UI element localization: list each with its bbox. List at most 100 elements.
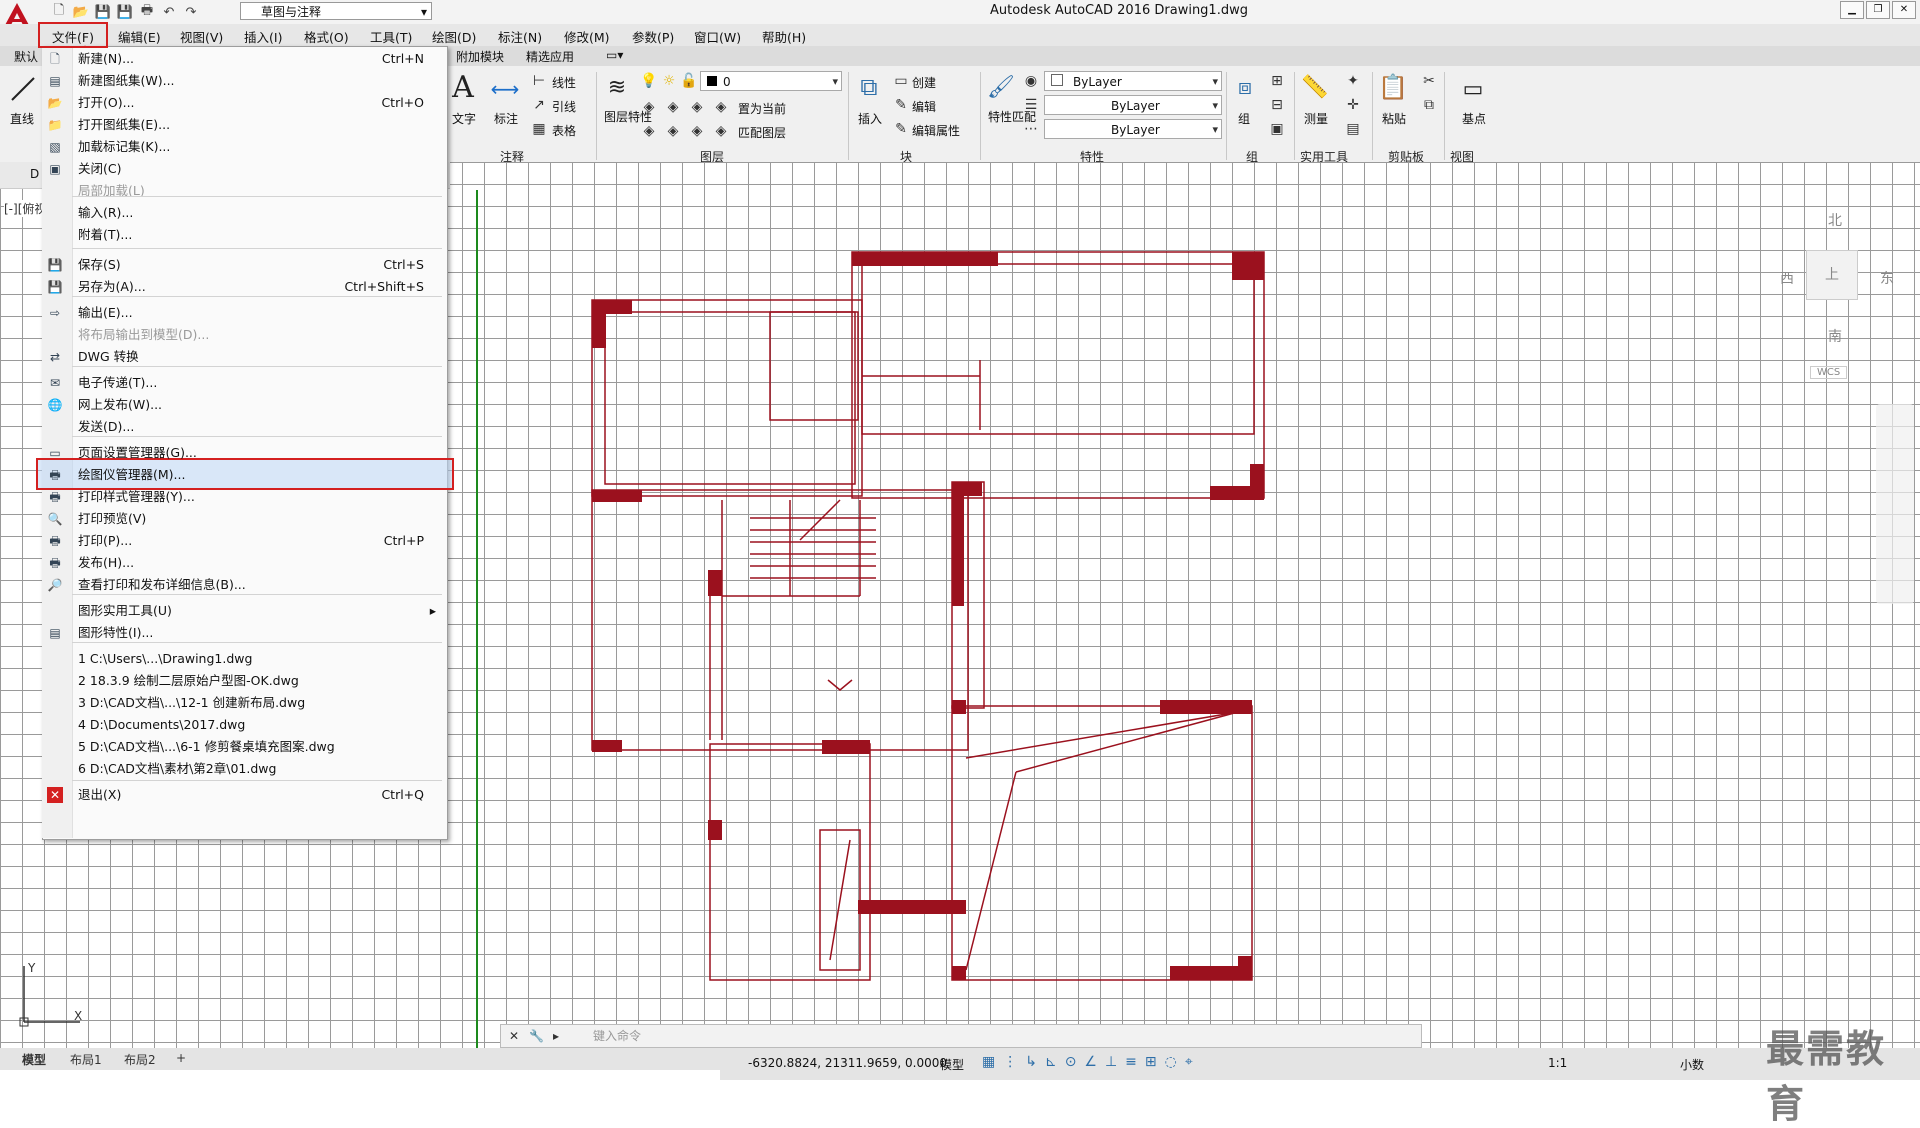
plan-wall (1232, 252, 1264, 280)
file-menu-item[interactable]: ▭ 页面设置管理器(G)... (42, 442, 444, 464)
file-menu-item-label: 图形实用工具(U) (78, 603, 172, 618)
file-menu-item[interactable]: 4 D:\Documents\2017.dwg (42, 714, 444, 736)
details-icon: 🔎 (47, 578, 63, 592)
file-menu-item[interactable]: 🌐 网上发布(W)... (42, 394, 444, 416)
tab-layout2[interactable]: 布局2 (124, 1051, 156, 1068)
viewcube-west[interactable]: 西 (1780, 268, 1794, 288)
plan-wall (952, 700, 966, 714)
file-menu-item[interactable]: 🔍 打印预览(V) (42, 508, 444, 530)
close-command-icon[interactable]: ✕ (509, 1025, 519, 1047)
file-menu-item[interactable]: 🖶 发布(H)... (42, 552, 444, 574)
tab-layout1[interactable]: 布局1 (70, 1051, 102, 1068)
status-toggle-icons[interactable]: ▦⋮↳⊾⊙∠⊥≡⊞◌⌖ (982, 1054, 1201, 1070)
navigation-bar[interactable] (1876, 404, 1914, 604)
plan-room-outline (604, 311, 856, 485)
file-menu-item[interactable]: 图形实用工具(U) ▸ (42, 600, 444, 622)
file-menu-item[interactable]: 💾 保存(S) Ctrl+S (42, 254, 444, 276)
file-menu-item[interactable]: 2 18.3.9 绘制二层原始户型图-OK.dwg (42, 670, 444, 692)
file-menu-item[interactable]: ⇨ 输出(E)... (42, 302, 444, 324)
viewcube-face[interactable]: 上 (1806, 250, 1858, 300)
preview-icon: 🔍 (47, 512, 63, 526)
file-menu-item-shortcut: Ctrl+P (383, 533, 424, 548)
file-menu-item-label: 打开(O)... (78, 95, 135, 110)
open-icon: 📂 (47, 96, 63, 110)
file-menu-item[interactable]: ✕ 退出(X) Ctrl+Q (42, 784, 444, 806)
plan-room-outline (769, 311, 859, 421)
command-line[interactable]: ✕ 🔧 ▸ 键入命令 (500, 1024, 1422, 1048)
wcs-label[interactable]: WCS (1810, 366, 1848, 379)
plan-diagonal-line (1015, 711, 1239, 773)
command-input-placeholder[interactable]: 键入命令 (593, 1025, 641, 1047)
file-menu-item[interactable]: 📁 打开图纸集(E)... (42, 114, 444, 136)
viewcube-south[interactable]: 南 (1828, 326, 1842, 346)
file-menu-separator (72, 594, 442, 595)
file-menu-item-label: 将布局输出到模型(D)... (78, 327, 210, 342)
file-menu-item[interactable]: 💾 另存为(A)... Ctrl+Shift+S (42, 276, 444, 298)
command-prompt-icon: ▸ (553, 1029, 560, 1043)
file-menu-item[interactable]: 📂 打开(O)... Ctrl+O (42, 92, 444, 114)
wrench-icon[interactable]: 🔧 (529, 1025, 544, 1047)
file-menu-item-shortcut: Ctrl+Shift+S (344, 279, 424, 294)
file-menu-item[interactable]: ▤ 图形特性(I)... (42, 622, 444, 644)
file-menu-item-label: 查看打印和发布详细信息(B)... (78, 577, 246, 592)
watermark-logo: 最需教育 (1766, 1027, 1887, 1126)
exit-icon: ✕ (47, 787, 63, 803)
plan-wall (708, 820, 722, 840)
file-menu-item[interactable]: 6 D:\CAD文档\素材\第2章\01.dwg (42, 758, 444, 780)
file-menu-item[interactable]: 🖶 打印(P)... Ctrl+P (42, 530, 444, 552)
annotation-scale[interactable]: 1:1 (1548, 1056, 1567, 1070)
file-menu-item[interactable]: 发送(D)... (42, 416, 444, 438)
file-menu-item-shortcut: Ctrl+Q (381, 787, 424, 802)
save-icon: 💾 (47, 258, 63, 272)
file-menu-item-label: 退出(X) (78, 787, 122, 802)
model-space-toggle[interactable]: 模型 (940, 1056, 964, 1073)
file-menu-item-label: 局部加载(L) (78, 183, 145, 198)
page-setup-icon: ▭ (49, 446, 61, 460)
units-setting[interactable]: 小数 (1680, 1056, 1704, 1073)
file-menu-item[interactable]: 局部加载(L) (42, 180, 444, 202)
file-menu-item-label: 发送(D)... (78, 419, 135, 434)
svg-text:Y: Y (27, 961, 36, 975)
file-menu-items: 🗋 新建(N)... Ctrl+N ▤ 新建图纸集(W)... 📂 打开(O)... Ctrl… (42, 46, 446, 838)
file-menu-item-label: 新建(N)... (78, 51, 135, 66)
viewcube[interactable]: 北 西 东 上 南 WCS (1780, 210, 1900, 390)
file-menu-item[interactable]: 输入(R)... (42, 202, 444, 224)
plan-diagonal-line (965, 771, 1017, 971)
file-menu-item-label: 输出(E)... (78, 305, 133, 320)
file-menu-item[interactable]: 🔎 查看打印和发布详细信息(B)... (42, 574, 444, 596)
drawing-props-icon: ▤ (49, 626, 61, 640)
file-menu-item[interactable]: ✉ 电子传递(T)... (42, 372, 444, 394)
markup-icon: ▧ (49, 140, 61, 154)
file-menu-item[interactable]: ▧ 加载标记集(K)... (42, 136, 444, 158)
file-menu-item[interactable]: 🖶 打印样式管理器(Y)... (42, 486, 444, 508)
file-menu-item[interactable]: 3 D:\CAD文档\...\12-1 创建新布局.dwg (42, 692, 444, 714)
file-menu-item[interactable]: ▣ 关闭(C) (42, 158, 444, 180)
file-menu-item[interactable]: 将布局输出到模型(D)... (42, 324, 444, 346)
file-menu-item-label: 页面设置管理器(G)... (78, 445, 197, 460)
file-menu-item-label: 电子传递(T)... (78, 375, 158, 390)
file-menu-item[interactable]: 🗋 新建(N)... Ctrl+N (42, 48, 444, 70)
plan-room-outline (951, 705, 1253, 981)
file-menu-item[interactable]: ⇄ DWG 转换 (42, 346, 444, 368)
file-menu-item-label: 附着(T)... (78, 227, 133, 242)
file-menu-item[interactable]: 5 D:\CAD文档\...\6-1 修剪餐桌填充图案.dwg (42, 736, 444, 758)
plan-wall (952, 490, 964, 606)
tab-model[interactable]: 模型 (22, 1051, 46, 1068)
plan-diagonal-line (965, 711, 1239, 759)
file-menu-item[interactable]: 附着(T)... (42, 224, 444, 246)
file-menu-item[interactable]: 1 C:\Users\...\Drawing1.dwg (42, 648, 444, 670)
viewcube-east[interactable]: 东 (1880, 268, 1894, 288)
file-menu-item[interactable]: ▤ 新建图纸集(W)... (42, 70, 444, 92)
add-layout-button[interactable]: + (176, 1051, 186, 1065)
file-menu-item[interactable]: 🖶 绘图仪管理器(M)... (42, 464, 444, 486)
plan-wall (852, 252, 998, 266)
sheetset-icon: ▤ (49, 74, 61, 88)
file-menu-separator (72, 436, 442, 437)
viewcube-north[interactable]: 北 (1828, 210, 1842, 230)
plan-wall (592, 300, 606, 348)
plan-wall (858, 900, 966, 914)
publish-web-icon: 🌐 (47, 398, 63, 412)
file-menu-item-label: 打印(P)... (78, 533, 133, 548)
file-menu-item-shortcut: Ctrl+N (381, 51, 424, 66)
file-menu-item-label: 5 D:\CAD文档\...\6-1 修剪餐桌填充图案.dwg (78, 739, 335, 754)
